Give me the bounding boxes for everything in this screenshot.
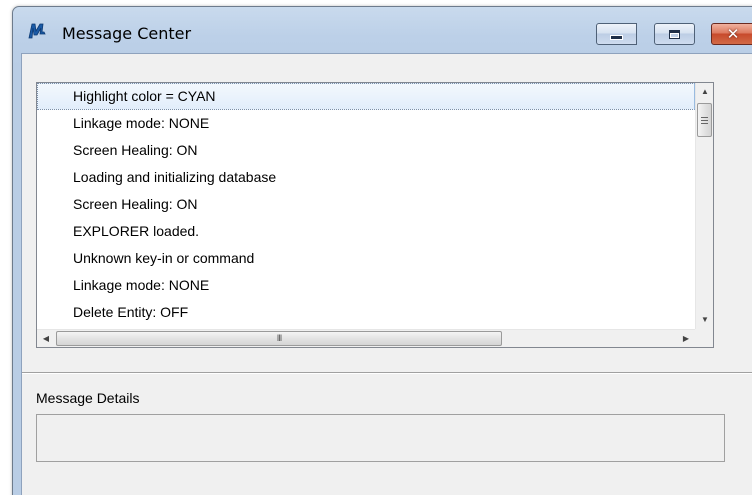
title-bar[interactable]: Message Center ✕	[13, 7, 752, 53]
list-item[interactable]: Screen Healing: ON	[37, 137, 695, 164]
list-item[interactable]: Screen Healing: ON	[37, 191, 695, 218]
list-item[interactable]: EXPLORER loaded.	[37, 218, 695, 245]
scroll-left-arrow-icon[interactable]: ◀	[37, 330, 55, 348]
list-item[interactable]: Loading and initializing database	[37, 164, 695, 191]
horizontal-scroll-thumb[interactable]: III	[56, 331, 502, 346]
message-center-window: Message Center ✕ Highlight color = CYAN …	[12, 6, 752, 495]
list-item[interactable]: Unknown key-in or command	[37, 245, 695, 272]
list-item[interactable]: Linkage mode: NONE	[37, 272, 695, 299]
message-details-label: Message Details	[36, 390, 140, 406]
client-area: Highlight color = CYAN Linkage mode: NON…	[21, 53, 752, 495]
minimize-icon	[611, 35, 622, 39]
window-title: Message Center	[62, 24, 192, 43]
list-item[interactable]: Linkage mode: NONE	[37, 110, 695, 137]
message-details-field	[36, 414, 725, 462]
list-item[interactable]: Highlight color = CYAN	[37, 83, 695, 110]
vertical-scroll-thumb[interactable]	[697, 103, 712, 137]
message-list[interactable]: Highlight color = CYAN Linkage mode: NON…	[36, 82, 714, 348]
list-item[interactable]: Delete Entity: OFF	[37, 299, 695, 326]
vertical-scrollbar[interactable]: ▲ ▼	[695, 83, 713, 329]
close-button[interactable]: ✕	[711, 23, 752, 45]
maximize-button[interactable]	[654, 23, 695, 45]
close-icon: ✕	[726, 24, 740, 43]
scroll-down-arrow-icon[interactable]: ▼	[696, 311, 714, 329]
message-list-viewport: Highlight color = CYAN Linkage mode: NON…	[37, 83, 695, 329]
microstation-icon	[28, 23, 46, 39]
scroll-right-arrow-icon[interactable]: ▶	[677, 330, 695, 348]
maximize-icon	[669, 29, 680, 39]
splitter[interactable]	[22, 372, 752, 374]
scroll-up-arrow-icon[interactable]: ▲	[696, 83, 714, 101]
horizontal-scrollbar[interactable]: ◀ III ▶	[37, 329, 695, 347]
minimize-button[interactable]	[596, 23, 637, 45]
scrollbar-corner	[695, 329, 713, 347]
